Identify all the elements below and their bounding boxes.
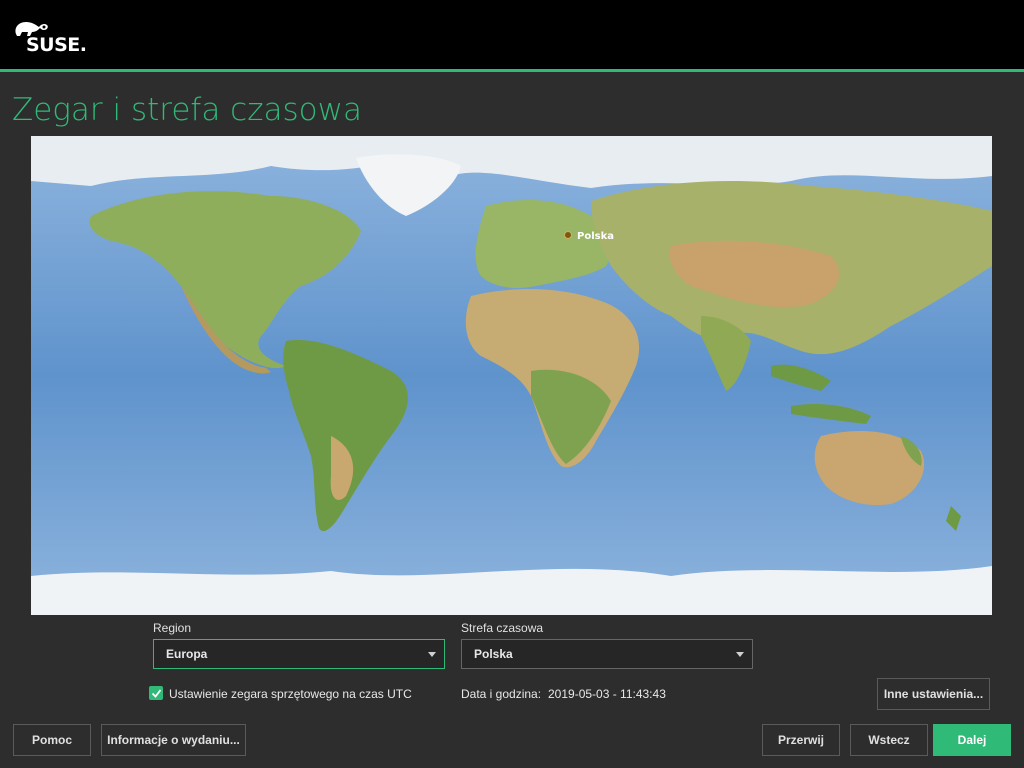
next-button[interactable]: Dalej: [933, 724, 1011, 756]
header-accent-line: [0, 69, 1024, 72]
logo-text: SUSE.: [26, 34, 87, 56]
timezone-value: Polska: [474, 647, 513, 661]
region-select[interactable]: Europa: [153, 639, 445, 669]
chevron-down-icon: [428, 652, 436, 657]
release-notes-button[interactable]: Informacje o wydaniu...: [101, 724, 246, 756]
timezone-label: Strefa czasowa: [461, 621, 544, 635]
world-map[interactable]: Polska: [31, 136, 992, 615]
datetime-label: Data i godzina:: [461, 687, 542, 701]
region-value: Europa: [166, 647, 208, 661]
back-button[interactable]: Wstecz: [850, 724, 928, 756]
hw-clock-utc-checkbox[interactable]: [149, 686, 163, 700]
region-label: Region: [153, 621, 192, 635]
suse-logo: SUSE.: [12, 18, 102, 58]
abort-button[interactable]: Przerwij: [762, 724, 840, 756]
header-bar: SUSE.: [0, 0, 1024, 69]
chevron-down-icon: [736, 652, 744, 657]
help-button[interactable]: Pomoc: [13, 724, 91, 756]
hw-clock-utc-label[interactable]: Ustawienie zegara sprzętowego na czas UT…: [169, 687, 412, 701]
selected-location-label: Polska: [577, 231, 614, 242]
datetime-value: 2019-05-03 - 11:43:43: [548, 687, 666, 701]
check-icon: [151, 689, 162, 698]
timezone-select[interactable]: Polska: [461, 639, 753, 669]
page-title: Zegar i strefa czasowa: [12, 92, 362, 128]
other-settings-button[interactable]: Inne ustawienia...: [877, 678, 990, 710]
